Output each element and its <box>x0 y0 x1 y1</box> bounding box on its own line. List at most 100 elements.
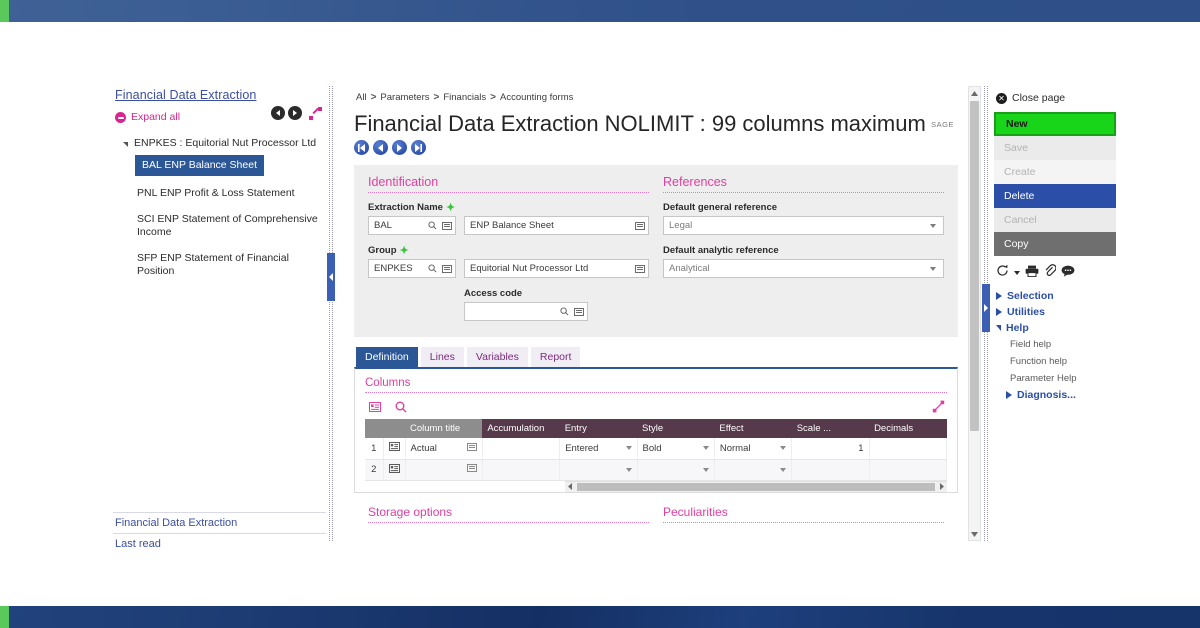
extraction-description-input[interactable]: ENP Balance Sheet <box>464 216 649 235</box>
search-icon[interactable] <box>426 264 439 273</box>
chevron-down-icon <box>996 325 1001 331</box>
lookup-icon[interactable] <box>439 264 455 273</box>
tree-item-pnl[interactable]: PNL ENP Profit & Loss Statement <box>113 182 326 205</box>
table-row[interactable]: 1 Actual Entered Bold Normal 1 <box>365 438 948 460</box>
left-panel-collapse-handle[interactable] <box>327 253 335 301</box>
group-description-input[interactable]: Equitorial Nut Processor Ltd <box>464 259 649 278</box>
close-page-button[interactable]: ✕ Close page <box>994 86 1116 112</box>
col-accumulation[interactable]: Accumulation <box>482 419 560 438</box>
scroll-up-arrow-icon[interactable] <box>969 87 980 99</box>
group-utilities[interactable]: Utilities <box>994 304 1116 320</box>
tree-item-sci[interactable]: SCI ENP Statement of Comprehensive Incom… <box>113 208 326 244</box>
previous-record-icon[interactable] <box>373 140 388 155</box>
main-vertical-scrollbar[interactable] <box>968 86 981 541</box>
chevron-down-icon[interactable] <box>1014 271 1020 275</box>
cell-style[interactable] <box>637 459 715 481</box>
cell-entry[interactable] <box>559 459 638 481</box>
scroll-down-arrow-icon[interactable] <box>969 528 980 540</box>
refresh-icon[interactable] <box>996 264 1009 282</box>
tree-root-node[interactable]: ENPKES : Equitorial Nut Processor Ltd <box>113 134 326 152</box>
tree-item-sfp[interactable]: SFP ENP Statement of Financial Position <box>113 247 326 283</box>
group-help-label: Help <box>1006 322 1029 334</box>
tab-definition[interactable]: Definition <box>356 347 418 367</box>
cell-scale[interactable] <box>791 459 870 481</box>
grid-expand-icon[interactable] <box>932 400 945 418</box>
last-record-icon[interactable] <box>411 140 426 155</box>
grid-settings-icon[interactable] <box>369 402 381 412</box>
lookup-icon[interactable] <box>466 464 477 475</box>
cell-entry[interactable]: Entered <box>559 438 638 460</box>
access-code-input[interactable] <box>464 302 588 321</box>
comment-icon[interactable] <box>1061 264 1075 282</box>
col-scale[interactable]: Scale ... <box>791 419 870 438</box>
cell-effect[interactable] <box>714 459 793 481</box>
tab-variables[interactable]: Variables <box>466 347 528 367</box>
scrollbar-thumb[interactable] <box>970 101 979 431</box>
lookup-icon[interactable] <box>632 264 648 273</box>
table-row[interactable]: 2 <box>365 459 948 481</box>
extraction-code-value: BAL <box>374 220 392 231</box>
cell-accumulation[interactable] <box>482 459 561 481</box>
grid-horizontal-scrollbar[interactable] <box>565 480 947 492</box>
tab-report[interactable]: Report <box>530 347 581 367</box>
first-record-icon[interactable] <box>354 140 369 155</box>
breadcrumb-item-accounting-forms[interactable]: Accounting forms <box>500 92 573 103</box>
cell-column-title[interactable] <box>405 459 483 481</box>
extraction-code-input[interactable]: BAL <box>368 216 456 235</box>
col-entry[interactable]: Entry <box>559 419 638 438</box>
row-action-icon-cell[interactable] <box>383 438 406 460</box>
group-selection[interactable]: Selection <box>994 288 1116 304</box>
search-icon[interactable] <box>426 221 439 230</box>
default-analytic-reference-select[interactable]: Analytical <box>663 259 944 278</box>
cell-style[interactable]: Bold <box>637 438 715 460</box>
cell-column-title[interactable]: Actual <box>405 438 483 460</box>
tree-item-bal[interactable]: BAL ENP Balance Sheet <box>135 155 264 176</box>
main-content: All > Parameters > Financials > Accounti… <box>350 86 962 541</box>
cell-decimals[interactable] <box>869 459 948 481</box>
delete-button[interactable]: Delete <box>994 184 1116 208</box>
col-column-title[interactable]: Column title <box>405 419 483 438</box>
search-icon[interactable] <box>558 307 571 316</box>
col-decimals[interactable]: Decimals <box>869 419 947 438</box>
group-diagnosis[interactable]: Diagnosis... <box>994 387 1116 403</box>
help-item-field-help[interactable]: Field help <box>994 336 1116 353</box>
previous-record-icon[interactable] <box>271 106 285 120</box>
group-help[interactable]: Help <box>994 320 1116 336</box>
cell-effect[interactable]: Normal <box>714 438 793 460</box>
row-action-icon-cell[interactable] <box>383 459 406 481</box>
attachment-icon[interactable] <box>1044 264 1057 282</box>
breadcrumb-item-parameters[interactable]: Parameters <box>380 92 429 103</box>
breadcrumb-item-all[interactable]: All <box>356 92 367 103</box>
help-item-function-help[interactable]: Function help <box>994 353 1116 370</box>
next-record-icon[interactable] <box>288 106 302 120</box>
cell-accumulation[interactable] <box>482 438 561 460</box>
chevron-down-icon <box>930 266 936 271</box>
footer-link-financial-data-extraction[interactable]: Financial Data Extraction <box>113 512 326 533</box>
cell-decimals[interactable] <box>869 438 948 460</box>
breadcrumb-separator-icon: > <box>490 92 496 103</box>
default-general-reference-select[interactable]: Legal <box>663 216 944 235</box>
col-effect[interactable]: Effect <box>714 419 792 438</box>
scroll-left-arrow-icon[interactable] <box>565 483 576 490</box>
new-button[interactable]: New <box>994 112 1116 136</box>
scroll-right-arrow-icon[interactable] <box>936 483 947 490</box>
lookup-icon[interactable] <box>466 442 477 454</box>
left-panel-title[interactable]: Financial Data Extraction <box>113 86 326 108</box>
grid-search-icon[interactable] <box>395 401 407 413</box>
lookup-icon[interactable] <box>439 221 455 230</box>
next-record-icon[interactable] <box>392 140 407 155</box>
cell-scale[interactable]: 1 <box>791 438 870 460</box>
print-icon[interactable] <box>1025 264 1039 282</box>
breadcrumb-item-financials[interactable]: Financials <box>443 92 486 103</box>
tab-lines[interactable]: Lines <box>420 347 464 367</box>
help-item-parameter-help[interactable]: Parameter Help <box>994 370 1116 387</box>
footer-link-last-read[interactable]: Last read <box>113 533 326 554</box>
col-style[interactable]: Style <box>637 419 715 438</box>
copy-button[interactable]: Copy <box>994 232 1116 256</box>
expand-panel-icon[interactable] <box>309 106 322 120</box>
scrollbar-thumb[interactable] <box>577 482 935 491</box>
group-code-input[interactable]: ENPKES <box>368 259 456 278</box>
right-panel-collapse-handle[interactable] <box>982 284 990 332</box>
lookup-icon[interactable] <box>571 307 587 316</box>
lookup-icon[interactable] <box>632 221 648 230</box>
